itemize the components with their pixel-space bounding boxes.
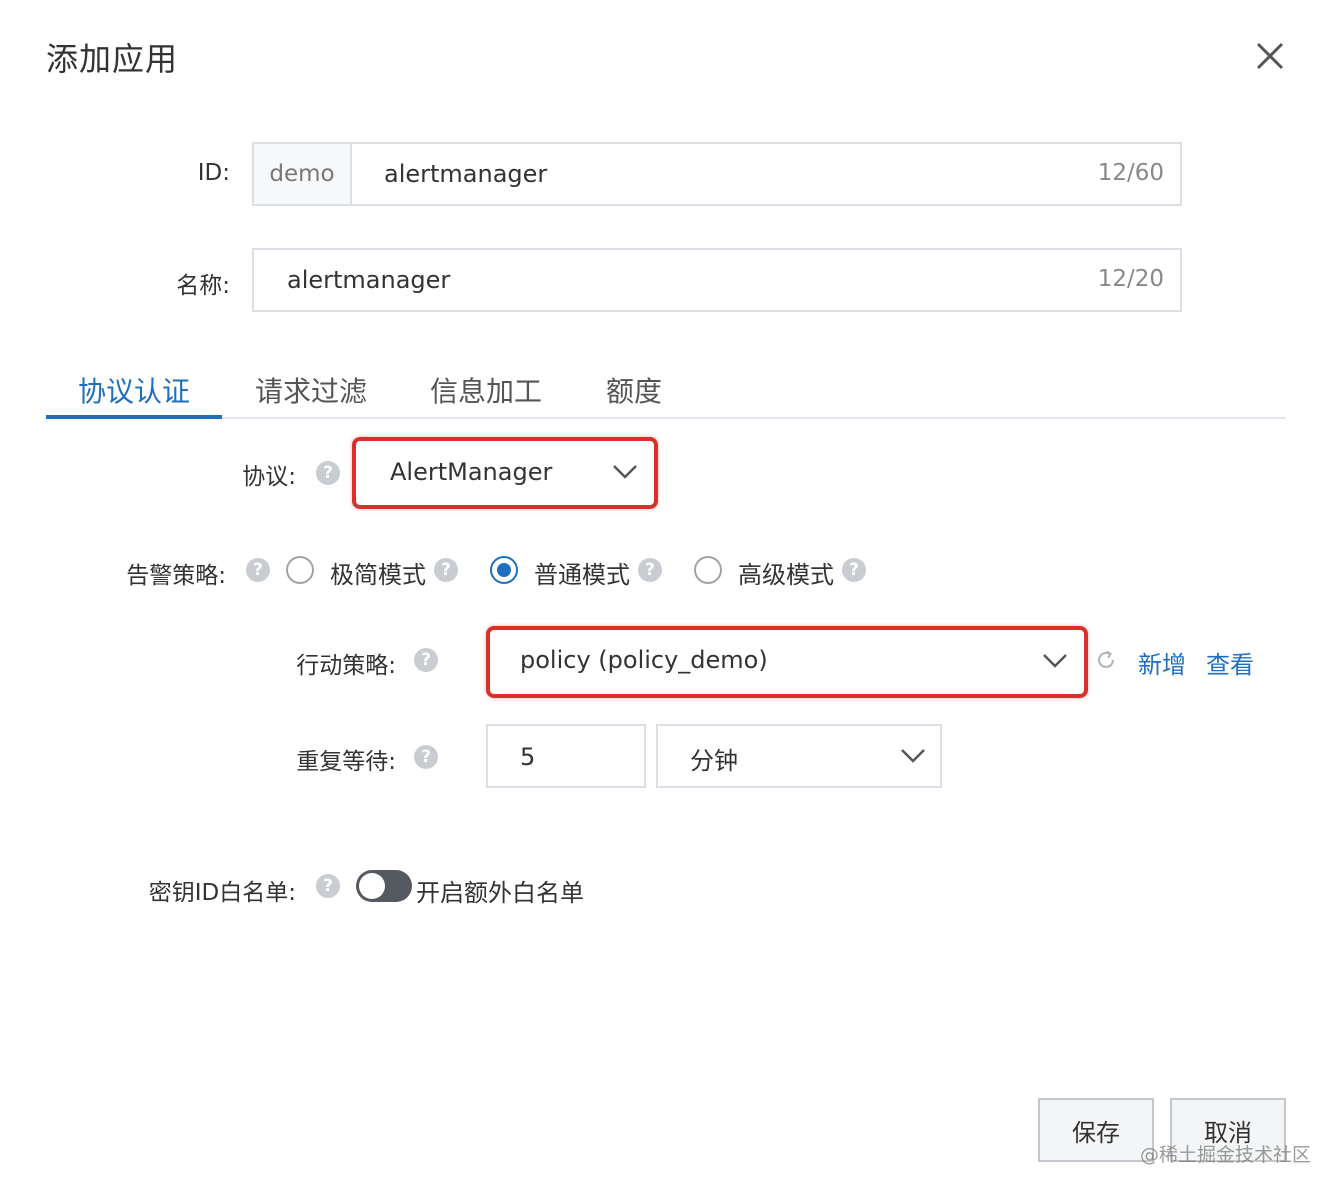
radio-normal-mode[interactable] bbox=[490, 556, 518, 584]
name-label: 名称: bbox=[176, 273, 230, 299]
id-prefix: demo bbox=[254, 144, 352, 204]
action-policy-help-icon[interactable]: ? bbox=[414, 648, 438, 672]
radio-advanced-mode-label[interactable]: 高级模式 bbox=[738, 555, 834, 590]
radio-minimal-mode-label[interactable]: 极简模式 bbox=[330, 555, 426, 590]
protocol-help-icon[interactable]: ? bbox=[316, 461, 340, 485]
id-label: ID: bbox=[197, 160, 230, 186]
repeat-wait-label: 重复等待: bbox=[296, 749, 396, 775]
advanced-mode-help-icon[interactable]: ? bbox=[842, 558, 866, 582]
id-input[interactable]: alertmanager bbox=[384, 160, 547, 188]
close-icon[interactable] bbox=[1250, 36, 1290, 76]
id-field[interactable]: demo alertmanager 12/60 bbox=[252, 142, 1182, 206]
view-policy-link[interactable]: 查看 bbox=[1206, 645, 1254, 680]
id-counter: 12/60 bbox=[1097, 160, 1164, 186]
toggle-knob bbox=[359, 873, 385, 899]
chevron-down-icon bbox=[901, 749, 925, 763]
repeat-wait-unit-select[interactable]: 分钟 bbox=[656, 724, 942, 788]
radio-minimal-mode[interactable] bbox=[286, 556, 314, 584]
radio-advanced-mode[interactable] bbox=[694, 556, 722, 584]
repeat-wait-help-icon[interactable]: ? bbox=[414, 745, 438, 769]
alert-policy-label: 告警策略: bbox=[126, 563, 226, 589]
radio-normal-mode-label[interactable]: 普通模式 bbox=[534, 555, 630, 590]
chevron-down-icon bbox=[1043, 654, 1067, 668]
normal-mode-help-icon[interactable]: ? bbox=[638, 558, 662, 582]
action-policy-label: 行动策略: bbox=[296, 653, 396, 679]
dialog-title: 添加应用 bbox=[46, 40, 179, 78]
tab-request-filter[interactable]: 请求过滤 bbox=[255, 370, 367, 410]
name-field[interactable]: alertmanager 12/20 bbox=[252, 248, 1182, 312]
repeat-wait-unit-value: 分钟 bbox=[690, 747, 738, 775]
alert-policy-help-icon[interactable]: ? bbox=[246, 558, 270, 582]
name-input[interactable]: alertmanager bbox=[287, 266, 450, 294]
repeat-wait-input[interactable]: 5 bbox=[486, 724, 646, 788]
protocol-select[interactable]: AlertManager bbox=[360, 444, 650, 502]
tab-divider bbox=[46, 417, 1286, 419]
save-button[interactable]: 保存 bbox=[1038, 1098, 1154, 1162]
key-whitelist-label: 密钥ID白名单: bbox=[148, 880, 296, 906]
tab-info-processing[interactable]: 信息加工 bbox=[430, 370, 542, 410]
protocol-select-value: AlertManager bbox=[390, 458, 553, 486]
repeat-wait-value: 5 bbox=[520, 743, 536, 771]
whitelist-toggle[interactable] bbox=[356, 870, 412, 902]
key-whitelist-help-icon[interactable]: ? bbox=[316, 874, 340, 898]
action-policy-select[interactable]: policy (policy_demo) bbox=[494, 633, 1080, 691]
name-counter: 12/20 bbox=[1097, 266, 1164, 292]
watermark: @稀土掘金技术社区 bbox=[1140, 1144, 1312, 1166]
minimal-mode-help-icon[interactable]: ? bbox=[434, 558, 458, 582]
tab-quota[interactable]: 额度 bbox=[606, 370, 662, 410]
tab-protocol-auth[interactable]: 协议认证 bbox=[78, 370, 190, 410]
chevron-down-icon bbox=[613, 465, 637, 479]
whitelist-toggle-label: 开启额外白名单 bbox=[416, 879, 584, 907]
add-policy-link[interactable]: 新增 bbox=[1138, 645, 1186, 680]
protocol-label: 协议: bbox=[242, 464, 296, 490]
tab-active-indicator bbox=[46, 415, 222, 419]
action-policy-select-value: policy (policy_demo) bbox=[520, 646, 768, 674]
refresh-icon[interactable] bbox=[1094, 648, 1118, 672]
